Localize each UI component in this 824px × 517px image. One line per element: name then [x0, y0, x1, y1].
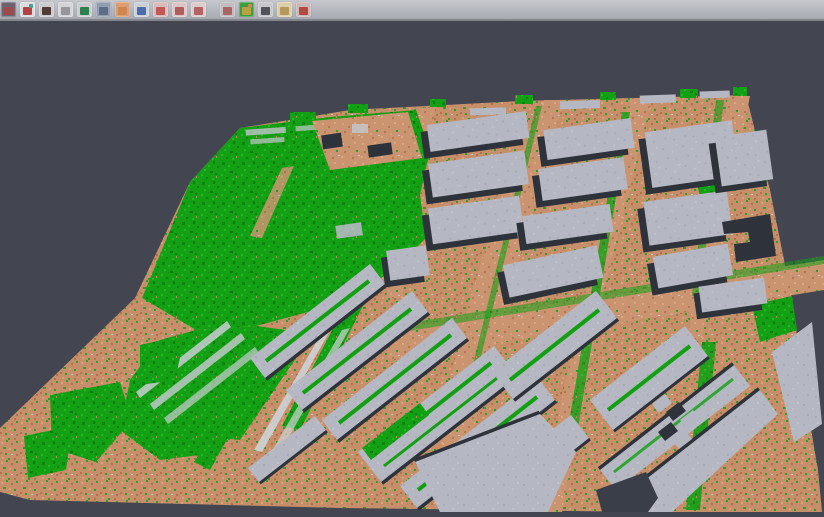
classify-points-icon[interactable] [20, 2, 35, 17]
ortho-orange-icon[interactable] [115, 2, 130, 17]
target-red-icon[interactable] [172, 2, 187, 17]
terrain-dark-icon[interactable] [39, 2, 54, 17]
terrain-green-icon[interactable] [77, 2, 92, 17]
grid-red-icon[interactable] [220, 2, 235, 17]
selection-red-icon[interactable] [191, 2, 206, 17]
point-cloud-render[interactable] [0, 23, 824, 517]
toolbar [0, 0, 824, 21]
sphere-dark-icon[interactable] [258, 2, 273, 17]
points-light-icon[interactable] [58, 2, 73, 17]
measure-tan-icon[interactable] [277, 2, 292, 17]
list-red-icon[interactable] [153, 2, 168, 17]
panel-blue-icon[interactable] [96, 2, 111, 17]
points-dark-icon[interactable] [1, 2, 16, 17]
application-window: { "colors": { "toolbar_bg_top": "#c6c8ce… [0, 0, 824, 517]
classified-map-icon[interactable] [239, 2, 254, 17]
bars-red-icon[interactable] [296, 2, 311, 17]
viewport-3d[interactable] [0, 23, 824, 517]
globe-blue-icon[interactable] [134, 2, 149, 17]
